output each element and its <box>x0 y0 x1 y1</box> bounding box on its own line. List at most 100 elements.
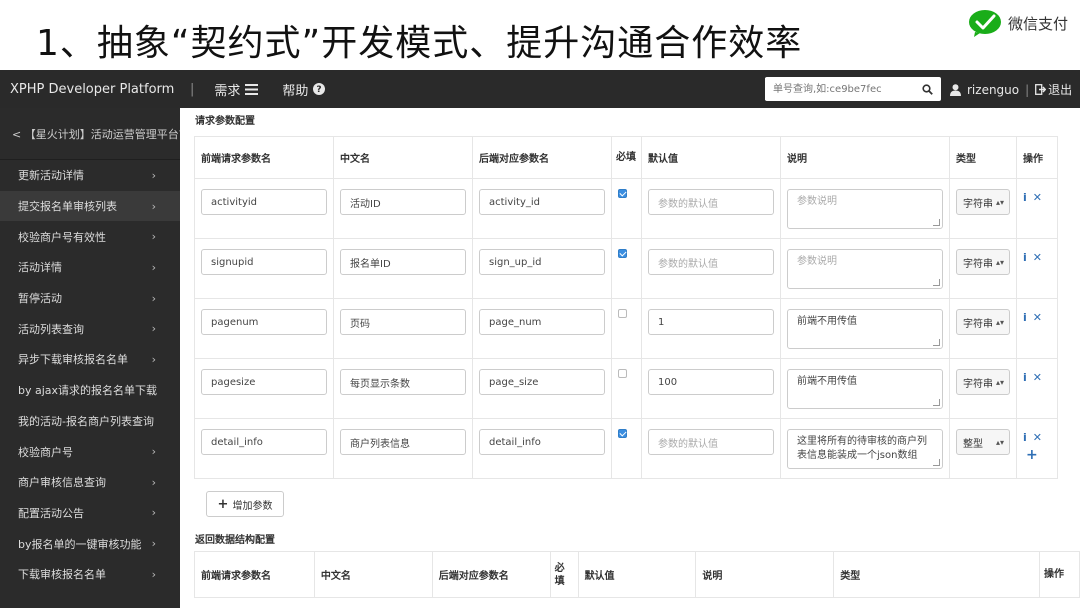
sidebar-item[interactable]: by报名单的一键审核功能 › <box>0 528 180 559</box>
search-icon <box>921 83 933 95</box>
cell: 整型 ▴▾ <box>949 418 1017 479</box>
plus-icon[interactable]: + <box>1023 447 1051 463</box>
cell: 每页显示条数 <box>333 358 473 419</box>
column-header: 默认值 <box>641 136 781 179</box>
type-select[interactable]: 字符串 ▴▾ <box>956 369 1010 395</box>
info-icon[interactable]: i <box>1023 431 1027 444</box>
default-value-input[interactable]: 1 <box>648 309 774 335</box>
required-checkbox[interactable] <box>618 249 627 258</box>
delete-icon[interactable]: ✕ <box>1033 311 1042 324</box>
cell: activityid <box>194 178 334 239</box>
add-param-button[interactable]: + 增加参数 <box>206 491 284 517</box>
sidebar-item[interactable]: 异步下载审核报名名单 › <box>0 344 180 375</box>
frontend-param-input[interactable]: detail_info <box>201 429 327 455</box>
delete-icon[interactable]: ✕ <box>1033 251 1042 264</box>
description-textarea[interactable]: 参数说明 <box>787 249 943 289</box>
sidebar-item[interactable]: 更新活动详情 › <box>0 160 180 191</box>
description-textarea[interactable]: 前端不用传值 <box>787 369 943 409</box>
sidebar-item[interactable]: by ajax请求的报名名单下载 <box>0 375 180 406</box>
backend-param-input[interactable]: activity_id <box>479 189 605 215</box>
sidebar-item[interactable]: 我的活动-报名商户列表查询 <box>0 406 180 437</box>
required-checkbox[interactable] <box>618 369 627 378</box>
user-area: rizenguo | 退出 <box>950 81 1072 98</box>
chevron-right-icon: › <box>151 291 156 305</box>
table-row: activityid 活动ID activity_id 参数的默认值 参数说明 … <box>194 178 1058 239</box>
column-header: 中文名 <box>313 551 433 598</box>
sidebar-item-label: 暂停活动 <box>18 292 62 306</box>
wechat-pay-logo: 微信支付 <box>968 8 1068 38</box>
nav-requirements[interactable]: 需求 <box>214 80 259 99</box>
order-search-input[interactable] <box>765 78 915 100</box>
info-icon[interactable]: i <box>1023 251 1027 264</box>
row-actions: i ✕ <box>1023 251 1051 264</box>
default-value-input[interactable]: 参数的默认值 <box>648 429 774 455</box>
sidebar-item[interactable]: 商户审核信息查询 › <box>0 467 180 498</box>
type-select[interactable]: 字符串 ▴▾ <box>956 249 1010 275</box>
frontend-param-input[interactable]: activityid <box>201 189 327 215</box>
description-textarea[interactable]: 这里将所有的待审核的商户列表信息能装成一个json数组 <box>787 429 943 469</box>
description-textarea[interactable]: 参数说明 <box>787 189 943 229</box>
cn-name-input[interactable]: 商户列表信息 <box>340 429 466 455</box>
brand-link[interactable]: XPHP Developer Platform <box>0 82 190 97</box>
column-header: 后端对应参数名 <box>472 136 612 179</box>
column-header: 必填 <box>549 551 579 598</box>
nav-separator: | <box>190 81 195 97</box>
type-select[interactable]: 字符串 ▴▾ <box>956 309 1010 335</box>
info-icon[interactable]: i <box>1023 371 1027 384</box>
nav-help[interactable]: 帮助 ? <box>282 80 326 99</box>
backend-param-input[interactable]: page_num <box>479 309 605 335</box>
type-select-value: 字符串 <box>963 198 993 210</box>
username[interactable]: rizenguo <box>967 83 1019 97</box>
table-row: pagesize 每页显示条数 page_size 100 前端不用传值 字符串… <box>194 358 1058 419</box>
main-content: 请求参数配置 前端请求参数名 中文名 后端对应参数名 必填 默认值 说明 类型 … <box>194 108 1080 608</box>
delete-icon[interactable]: ✕ <box>1033 431 1042 444</box>
cell <box>611 358 642 419</box>
cell: 字符串 ▴▾ <box>949 178 1017 239</box>
cell: detail_info <box>472 418 612 479</box>
response-params-table: 前端请求参数名 中文名 后端对应参数名 必填 默认值 说明 类型 操作 <box>194 551 1080 598</box>
sidebar-item[interactable]: 暂停活动 › <box>0 283 180 314</box>
default-value-input[interactable]: 100 <box>648 369 774 395</box>
description-textarea[interactable]: 前端不用传值 <box>787 309 943 349</box>
cn-name-input[interactable]: 报名单ID <box>340 249 466 275</box>
info-icon[interactable]: i <box>1023 191 1027 204</box>
sidebar-item[interactable]: 配置活动公告 › <box>0 498 180 529</box>
column-header: 类型 <box>833 551 1040 598</box>
required-checkbox[interactable] <box>618 429 627 438</box>
sidebar-item[interactable]: 活动列表查询 › <box>0 313 180 344</box>
sidebar-item[interactable]: 下载审核报名名单 › <box>0 559 180 590</box>
cn-name-input[interactable]: 页码 <box>340 309 466 335</box>
cell: i ✕ <box>1016 178 1058 239</box>
default-value-input[interactable]: 参数的默认值 <box>648 249 774 275</box>
frontend-param-input[interactable]: signupid <box>201 249 327 275</box>
type-select[interactable]: 字符串 ▴▾ <box>956 189 1010 215</box>
wechat-pay-icon <box>968 10 1001 37</box>
sidebar-item[interactable]: 校验商户号 › <box>0 436 180 467</box>
required-checkbox[interactable] <box>618 189 627 198</box>
frontend-param-input[interactable]: pagenum <box>201 309 327 335</box>
cell: 前端不用传值 <box>780 358 950 419</box>
delete-icon[interactable]: ✕ <box>1033 371 1042 384</box>
sidebar-back-project[interactable]: < 【星火计划】活动运营管理平台前 <box>0 108 180 160</box>
cell: 1 <box>641 298 781 359</box>
cn-name-input[interactable]: 每页显示条数 <box>340 369 466 395</box>
backend-param-input[interactable]: page_size <box>479 369 605 395</box>
logout-button[interactable]: 退出 <box>1035 81 1072 98</box>
cn-name-input[interactable]: 活动ID <box>340 189 466 215</box>
order-search <box>765 77 941 101</box>
sidebar-item[interactable]: 活动详情 › <box>0 252 180 283</box>
top-navbar: XPHP Developer Platform | 需求 帮助 ? rizeng… <box>0 70 1080 108</box>
required-checkbox[interactable] <box>618 309 627 318</box>
info-icon[interactable]: i <box>1023 311 1027 324</box>
delete-icon[interactable]: ✕ <box>1033 191 1042 204</box>
search-button[interactable] <box>915 78 939 100</box>
backend-param-input[interactable]: sign_up_id <box>479 249 605 275</box>
sidebar-item[interactable]: 校验商户号有效性 › <box>0 221 180 252</box>
sidebar-item-label: 下载审核报名名单 <box>18 568 106 582</box>
frontend-param-input[interactable]: pagesize <box>201 369 327 395</box>
chevron-right-icon: › <box>151 168 156 182</box>
sidebar-item-active[interactable]: 提交报名单审核列表 › <box>0 190 180 222</box>
type-select[interactable]: 整型 ▴▾ <box>956 429 1010 455</box>
backend-param-input[interactable]: detail_info <box>479 429 605 455</box>
default-value-input[interactable]: 参数的默认值 <box>648 189 774 215</box>
